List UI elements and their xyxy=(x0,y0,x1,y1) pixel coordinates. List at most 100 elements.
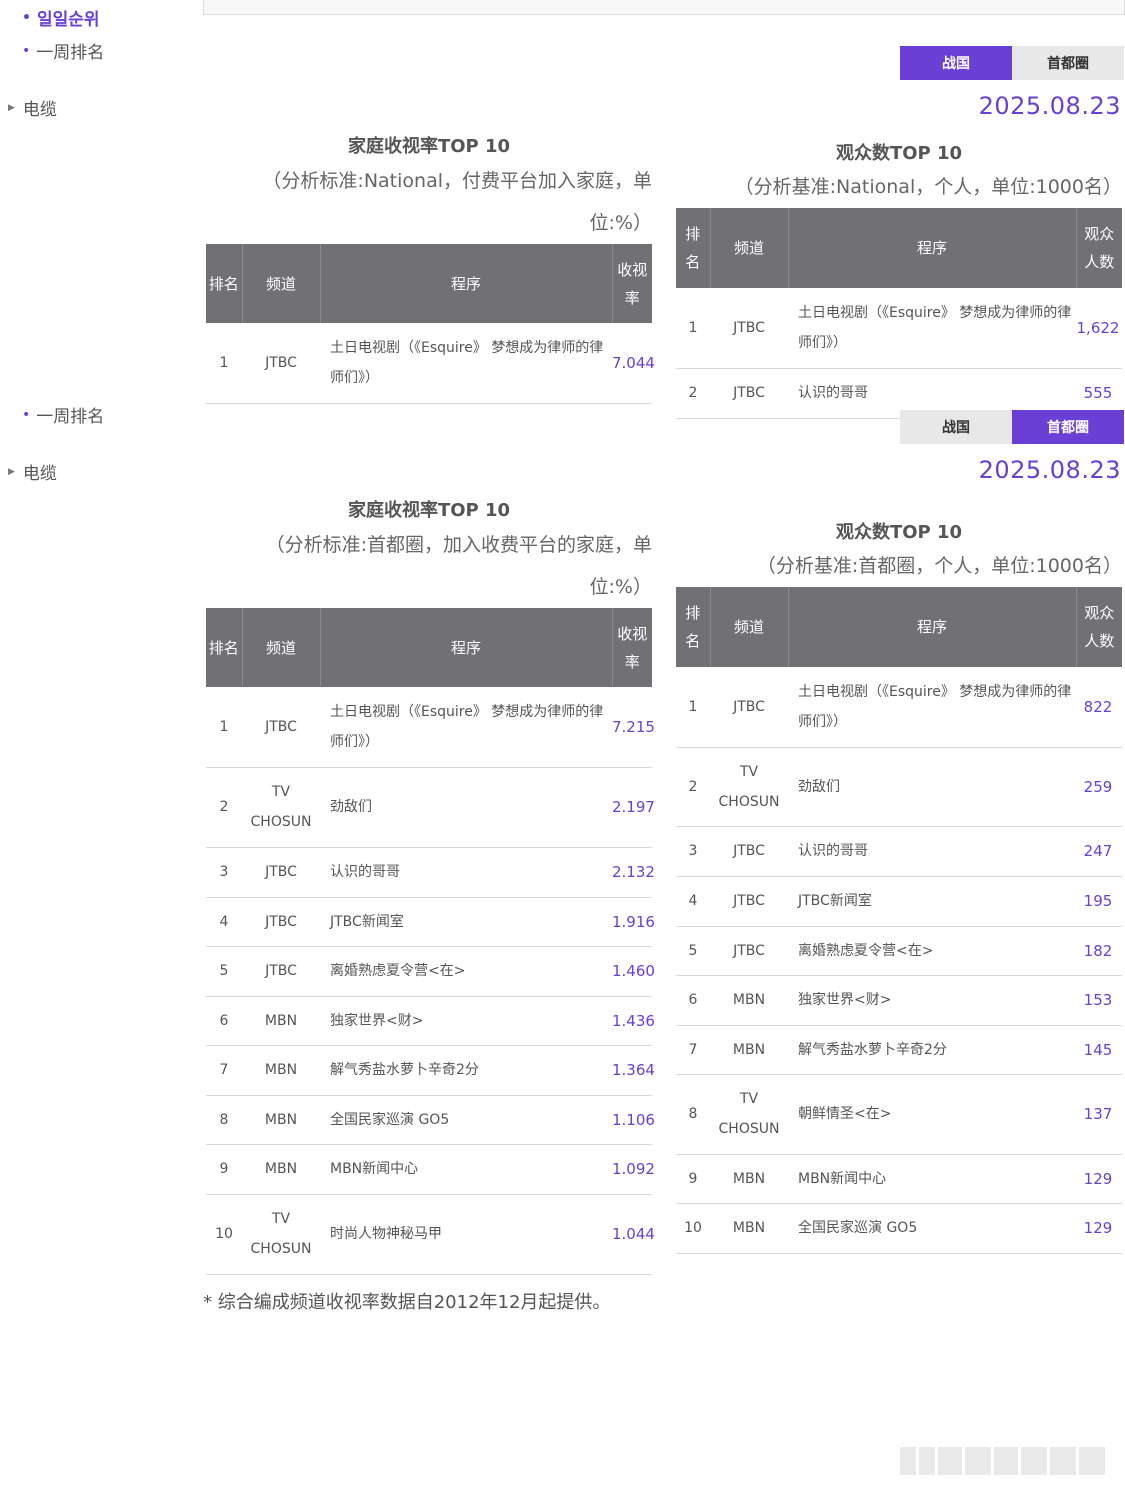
footnote: * 综合编成频道收视率数据自2012年12月起提供。 xyxy=(203,1292,611,1313)
channel-cell: MBN xyxy=(242,1095,320,1145)
program-cell: 离婚熟虑夏令营<在> xyxy=(788,926,1076,976)
rank-cell: 1 xyxy=(206,687,242,768)
nav-cable-2[interactable]: ▶ 电缆 xyxy=(8,459,57,484)
col-channel: 频道 xyxy=(710,208,789,288)
rating-cell: 1.044 xyxy=(612,1194,655,1275)
rating-cell: 2.132 xyxy=(612,847,655,898)
caret-right-icon: ▶ xyxy=(8,102,15,113)
table-row: 10 TV CHOSUN 时尚人物神秘马甲 1.044 xyxy=(206,1194,655,1275)
table-row: 6 MBN 独家世界<财> 153 xyxy=(676,975,1122,1026)
col-program: 程序 xyxy=(320,608,613,687)
program-cell: 全国民家巡演 GO5 xyxy=(788,1203,1076,1254)
household-rating-table: 排名 频道 程序 收视率 1 JTBC 土日电视剧（《Esquire》 梦想成为… xyxy=(206,244,655,404)
program-cell: 离婚熟虑夏令营<在> xyxy=(320,946,612,997)
rank-cell: 7 xyxy=(676,1025,710,1075)
household-rating-table: 排名 频道 程序 收视率 1 JTBC 土日电视剧（《Esquire》 梦想成为… xyxy=(206,608,655,1275)
subtitle-line: （分析标准:首都圈，加入收费平台的家庭，单 xyxy=(265,534,652,556)
table-row: 8 MBN 全国民家巡演 GO5 1.106 xyxy=(206,1095,655,1145)
col-rank: 排名 xyxy=(676,587,711,667)
tab-capital[interactable]: 首都圈 xyxy=(1012,46,1124,80)
rank-cell: 7 xyxy=(206,1045,242,1096)
nav-cable-label: 电缆 xyxy=(22,100,57,120)
col-channel: 频道 xyxy=(710,587,789,667)
channel-cell: MBN xyxy=(710,975,788,1026)
rank-cell: 4 xyxy=(676,876,710,927)
viewers-cell: 259 xyxy=(1076,747,1122,827)
nav-cable[interactable]: ▶ 电缆 xyxy=(8,95,57,120)
rank-cell: 2 xyxy=(676,368,710,419)
rank-cell: 10 xyxy=(206,1194,242,1275)
col-program: 程序 xyxy=(320,244,613,323)
table-row: 4 JTBC JTBC新闻室 195 xyxy=(676,876,1122,927)
rank-cell: 4 xyxy=(206,897,242,947)
rating-cell: 7.215 xyxy=(612,687,655,768)
channel-cell: JTBC xyxy=(242,687,320,768)
tab-national[interactable]: 战国 xyxy=(900,46,1012,80)
table-row: 9 MBN MBN新闻中心 129 xyxy=(676,1154,1122,1204)
channel-cell: TV CHOSUN xyxy=(710,747,788,827)
region-tabs-2: 战国 首都圈 xyxy=(900,410,1125,444)
program-cell: 解气秀盐水萝卜辛奇2分 xyxy=(788,1025,1076,1075)
household-rating-title: 家庭收视率TOP 10 xyxy=(347,500,511,521)
table-row: 2 TV CHOSUN 劲敌们 2.197 xyxy=(206,767,655,848)
table-row: 1 JTBC 土日电视剧（《Esquire》 梦想成为律师的律师们》） 7.21… xyxy=(206,687,655,768)
viewers-cell: 137 xyxy=(1076,1074,1122,1155)
channel-cell: JTBC xyxy=(242,323,320,404)
bullet-icon: • xyxy=(22,9,31,26)
nav-weekly-rank-label: 一周排名 xyxy=(36,407,105,427)
rating-cell: 2.197 xyxy=(612,767,655,848)
rank-cell: 6 xyxy=(206,996,242,1046)
table-row: 2 TV CHOSUN 劲敌们 259 xyxy=(676,747,1122,827)
rating-cell: 1.460 xyxy=(612,946,655,997)
program-cell: JTBC新闻室 xyxy=(320,897,612,947)
channel-cell: TV CHOSUN xyxy=(242,1194,320,1275)
program-cell: MBN新闻中心 xyxy=(788,1154,1076,1204)
region-tabs: 战国 首都圈 xyxy=(900,46,1125,80)
channel-cell: MBN xyxy=(710,1203,788,1254)
subtitle-line: 位:%） xyxy=(589,576,652,598)
channel-cell: TV CHOSUN xyxy=(242,767,320,848)
col-rank: 排名 xyxy=(676,208,711,288)
channel-cell: TV CHOSUN xyxy=(710,1074,788,1155)
household-rating-title: 家庭收视率TOP 10 xyxy=(347,136,511,157)
nav-weekly-rank-2[interactable]: • 一周排名 xyxy=(22,402,105,428)
caret-right-icon: ▶ xyxy=(8,466,15,477)
table-row: 7 MBN 解气秀盐水萝卜辛奇2分 1.364 xyxy=(206,1045,655,1096)
nav-daily-rank-label: 일일순위 xyxy=(36,10,100,30)
rating-cell: 1.106 xyxy=(612,1095,655,1145)
nav-daily-rank[interactable]: • 일일순위 xyxy=(22,5,100,31)
channel-cell: JTBC xyxy=(710,926,788,976)
program-cell: 土日电视剧（《Esquire》 梦想成为律师的律师们》） xyxy=(788,288,1076,369)
subtitle-line: （分析标准:National，付费平台加入家庭，单 xyxy=(262,170,652,192)
program-cell: MBN新闻中心 xyxy=(320,1144,612,1195)
nav-weekly-rank[interactable]: • 一周排名 xyxy=(22,38,104,64)
viewers-cell: 1,622 xyxy=(1076,288,1122,369)
program-cell: 劲敌们 xyxy=(788,747,1076,827)
channel-cell: MBN xyxy=(242,996,320,1046)
household-rating-subtitle: （分析标准:首都圈，加入收费平台的家庭，单 位:%） xyxy=(206,524,652,608)
table-row: 3 JTBC 认识的哥哥 247 xyxy=(676,826,1122,877)
viewers-cell: 129 xyxy=(1076,1203,1122,1254)
tab-capital[interactable]: 首都圈 xyxy=(1012,410,1124,444)
program-cell: 土日电视剧（《Esquire》 梦想成为律师的律师们》） xyxy=(788,667,1076,748)
viewers-cell: 153 xyxy=(1076,975,1122,1026)
viewers-cell: 145 xyxy=(1076,1025,1122,1075)
tab-national[interactable]: 战国 xyxy=(900,410,1012,444)
nav-cable-label: 电缆 xyxy=(22,464,57,484)
program-cell: 朝鲜情圣<在> xyxy=(788,1074,1076,1155)
channel-cell: JTBC xyxy=(710,667,788,748)
col-channel: 频道 xyxy=(242,608,321,687)
watermark-glyph xyxy=(965,1447,991,1475)
col-rating: 收视率 xyxy=(612,608,652,687)
channel-cell: MBN xyxy=(242,1045,320,1096)
col-rank: 排名 xyxy=(206,608,243,687)
col-rating: 收视率 xyxy=(612,244,652,323)
col-viewers: 观众人数 xyxy=(1076,587,1122,667)
program-cell: 解气秀盐水萝卜辛奇2分 xyxy=(320,1045,612,1096)
program-cell: 劲敌们 xyxy=(320,767,612,848)
program-cell: 全国民家巡演 GO5 xyxy=(320,1095,612,1145)
program-cell: 独家世界<财> xyxy=(788,975,1076,1026)
col-viewers: 观众人数 xyxy=(1076,208,1122,288)
rank-cell: 8 xyxy=(206,1095,242,1145)
viewers-table: 排名 频道 程序 观众人数 1 JTBC 土日电视剧（《Esquire》 梦想成… xyxy=(676,587,1122,1254)
